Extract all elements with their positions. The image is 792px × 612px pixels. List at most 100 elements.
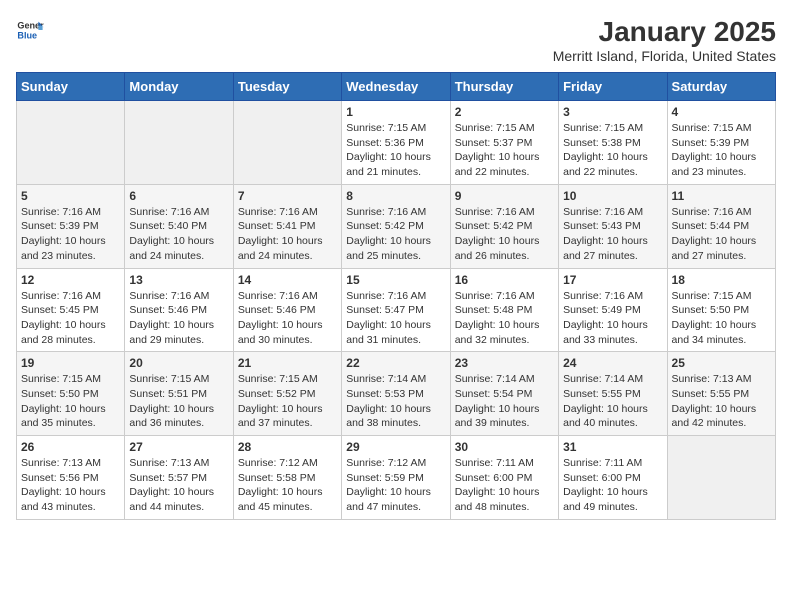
calendar-day-header: Sunday (17, 73, 125, 101)
calendar-cell: 24Sunrise: 7:14 AM Sunset: 5:55 PM Dayli… (559, 352, 667, 436)
day-number: 29 (346, 440, 445, 454)
calendar-cell: 12 Sunrise: 7:16 AM Sunset: 5:45 PM Dayli… (17, 268, 125, 352)
calendar-table: SundayMondayTuesdayWednesdayThursdayFrid… (16, 72, 776, 520)
day-number: 27 (129, 440, 228, 454)
day-info: Sunrise: 7:16 AM Sunset: 5:44 PM Dayligh… (672, 205, 771, 264)
calendar-cell: 29 Sunrise: 7:12 AM Sunset: 5:59 PM Dayli… (342, 436, 450, 520)
page-title: January 2025 (553, 16, 776, 48)
calendar-cell: 13 Sunrise: 7:16 AM Sunset: 5:46 PM Dayli… (125, 268, 233, 352)
calendar-cell (233, 101, 341, 185)
day-number: 6 (129, 189, 228, 203)
day-number: 14 (238, 273, 337, 287)
calendar-cell: 21 Sunrise: 7:15 AM Sunset: 5:52 PM Dayli… (233, 352, 341, 436)
day-number: 17 (563, 273, 662, 287)
day-info: Sunrise: 7:16 AM Sunset: 5:43 PM Dayligh… (563, 205, 662, 264)
page-header: General Blue January 2025 Merritt Island… (16, 16, 776, 64)
day-number: 26 (21, 440, 120, 454)
calendar-cell (667, 436, 775, 520)
day-number: 19 (21, 356, 120, 370)
calendar-cell: 28Sunrise: 7:12 AM Sunset: 5:58 PM Dayli… (233, 436, 341, 520)
calendar-cell: 14 Sunrise: 7:16 AM Sunset: 5:46 PM Dayli… (233, 268, 341, 352)
calendar-cell: 17Sunrise: 7:16 AM Sunset: 5:49 PM Dayli… (559, 268, 667, 352)
day-number: 12 (21, 273, 120, 287)
day-number: 30 (455, 440, 554, 454)
day-number: 13 (129, 273, 228, 287)
calendar-cell: 16 Sunrise: 7:16 AM Sunset: 5:48 PM Dayli… (450, 268, 558, 352)
calendar-day-header: Thursday (450, 73, 558, 101)
day-info: Sunrise: 7:16 AM Sunset: 5:46 PM Dayligh… (129, 289, 228, 348)
day-info: Sunrise: 7:16 AM Sunset: 5:46 PM Dayligh… (238, 289, 337, 348)
calendar-day-header: Wednesday (342, 73, 450, 101)
calendar-cell: 3Sunrise: 7:15 AM Sunset: 5:38 PM Daylig… (559, 101, 667, 185)
day-number: 20 (129, 356, 228, 370)
calendar-cell: 8Sunrise: 7:16 AM Sunset: 5:42 PM Daylig… (342, 184, 450, 268)
calendar-cell: 5 Sunrise: 7:16 AM Sunset: 5:39 PM Daylig… (17, 184, 125, 268)
calendar-week-row: 19 Sunrise: 7:15 AM Sunset: 5:50 PM Dayli… (17, 352, 776, 436)
day-number: 16 (455, 273, 554, 287)
day-info: Sunrise: 7:15 AM Sunset: 5:51 PM Dayligh… (129, 372, 228, 431)
logo: General Blue (16, 16, 44, 44)
calendar-cell: 1 Sunrise: 7:15 AM Sunset: 5:36 PM Daylig… (342, 101, 450, 185)
calendar-cell: 22 Sunrise: 7:14 AM Sunset: 5:53 PM Dayli… (342, 352, 450, 436)
day-info: Sunrise: 7:15 AM Sunset: 5:50 PM Dayligh… (672, 289, 771, 348)
day-info: Sunrise: 7:13 AM Sunset: 5:55 PM Dayligh… (672, 372, 771, 431)
calendar-cell: 11 Sunrise: 7:16 AM Sunset: 5:44 PM Dayli… (667, 184, 775, 268)
day-info: Sunrise: 7:13 AM Sunset: 5:56 PM Dayligh… (21, 456, 120, 515)
day-number: 5 (21, 189, 120, 203)
day-number: 9 (455, 189, 554, 203)
day-number: 15 (346, 273, 445, 287)
day-info: Sunrise: 7:15 AM Sunset: 5:50 PM Dayligh… (21, 372, 120, 431)
calendar-cell: 6 Sunrise: 7:16 AM Sunset: 5:40 PM Daylig… (125, 184, 233, 268)
day-info: Sunrise: 7:15 AM Sunset: 5:38 PM Dayligh… (563, 121, 662, 180)
calendar-cell: 30Sunrise: 7:11 AM Sunset: 6:00 PM Dayli… (450, 436, 558, 520)
day-info: Sunrise: 7:12 AM Sunset: 5:58 PM Dayligh… (238, 456, 337, 515)
day-number: 2 (455, 105, 554, 119)
calendar-cell: 19 Sunrise: 7:15 AM Sunset: 5:50 PM Dayli… (17, 352, 125, 436)
day-number: 1 (346, 105, 445, 119)
title-block: January 2025 Merritt Island, Florida, Un… (553, 16, 776, 64)
day-info: Sunrise: 7:16 AM Sunset: 5:42 PM Dayligh… (455, 205, 554, 264)
day-info: Sunrise: 7:16 AM Sunset: 5:45 PM Dayligh… (21, 289, 120, 348)
calendar-week-row: 5 Sunrise: 7:16 AM Sunset: 5:39 PM Daylig… (17, 184, 776, 268)
calendar-day-header: Friday (559, 73, 667, 101)
day-info: Sunrise: 7:16 AM Sunset: 5:39 PM Dayligh… (21, 205, 120, 264)
calendar-day-header: Tuesday (233, 73, 341, 101)
day-number: 11 (672, 189, 771, 203)
day-info: Sunrise: 7:14 AM Sunset: 5:54 PM Dayligh… (455, 372, 554, 431)
day-number: 31 (563, 440, 662, 454)
calendar-cell (17, 101, 125, 185)
calendar-cell: 26 Sunrise: 7:13 AM Sunset: 5:56 PM Dayli… (17, 436, 125, 520)
day-info: Sunrise: 7:15 AM Sunset: 5:36 PM Dayligh… (346, 121, 445, 180)
calendar-body: 1 Sunrise: 7:15 AM Sunset: 5:36 PM Daylig… (17, 101, 776, 520)
page-subtitle: Merritt Island, Florida, United States (553, 48, 776, 64)
calendar-cell: 7Sunrise: 7:16 AM Sunset: 5:41 PM Daylig… (233, 184, 341, 268)
day-number: 4 (672, 105, 771, 119)
day-info: Sunrise: 7:16 AM Sunset: 5:48 PM Dayligh… (455, 289, 554, 348)
day-info: Sunrise: 7:15 AM Sunset: 5:39 PM Dayligh… (672, 121, 771, 180)
calendar-cell: 31Sunrise: 7:11 AM Sunset: 6:00 PM Dayli… (559, 436, 667, 520)
calendar-header-row: SundayMondayTuesdayWednesdayThursdayFrid… (17, 73, 776, 101)
calendar-cell: 4 Sunrise: 7:15 AM Sunset: 5:39 PM Daylig… (667, 101, 775, 185)
svg-text:Blue: Blue (17, 30, 37, 40)
calendar-week-row: 12 Sunrise: 7:16 AM Sunset: 5:45 PM Dayli… (17, 268, 776, 352)
day-info: Sunrise: 7:14 AM Sunset: 5:53 PM Dayligh… (346, 372, 445, 431)
day-number: 25 (672, 356, 771, 370)
calendar-cell: 23 Sunrise: 7:14 AM Sunset: 5:54 PM Dayli… (450, 352, 558, 436)
day-number: 21 (238, 356, 337, 370)
day-number: 23 (455, 356, 554, 370)
day-number: 18 (672, 273, 771, 287)
day-number: 7 (238, 189, 337, 203)
day-info: Sunrise: 7:16 AM Sunset: 5:40 PM Dayligh… (129, 205, 228, 264)
day-info: Sunrise: 7:16 AM Sunset: 5:47 PM Dayligh… (346, 289, 445, 348)
day-info: Sunrise: 7:15 AM Sunset: 5:52 PM Dayligh… (238, 372, 337, 431)
day-info: Sunrise: 7:12 AM Sunset: 5:59 PM Dayligh… (346, 456, 445, 515)
day-info: Sunrise: 7:15 AM Sunset: 5:37 PM Dayligh… (455, 121, 554, 180)
calendar-cell: 9 Sunrise: 7:16 AM Sunset: 5:42 PM Daylig… (450, 184, 558, 268)
day-number: 22 (346, 356, 445, 370)
calendar-cell: 18 Sunrise: 7:15 AM Sunset: 5:50 PM Dayli… (667, 268, 775, 352)
calendar-cell (125, 101, 233, 185)
calendar-day-header: Saturday (667, 73, 775, 101)
day-info: Sunrise: 7:13 AM Sunset: 5:57 PM Dayligh… (129, 456, 228, 515)
day-info: Sunrise: 7:14 AM Sunset: 5:55 PM Dayligh… (563, 372, 662, 431)
calendar-cell: 25 Sunrise: 7:13 AM Sunset: 5:55 PM Dayli… (667, 352, 775, 436)
